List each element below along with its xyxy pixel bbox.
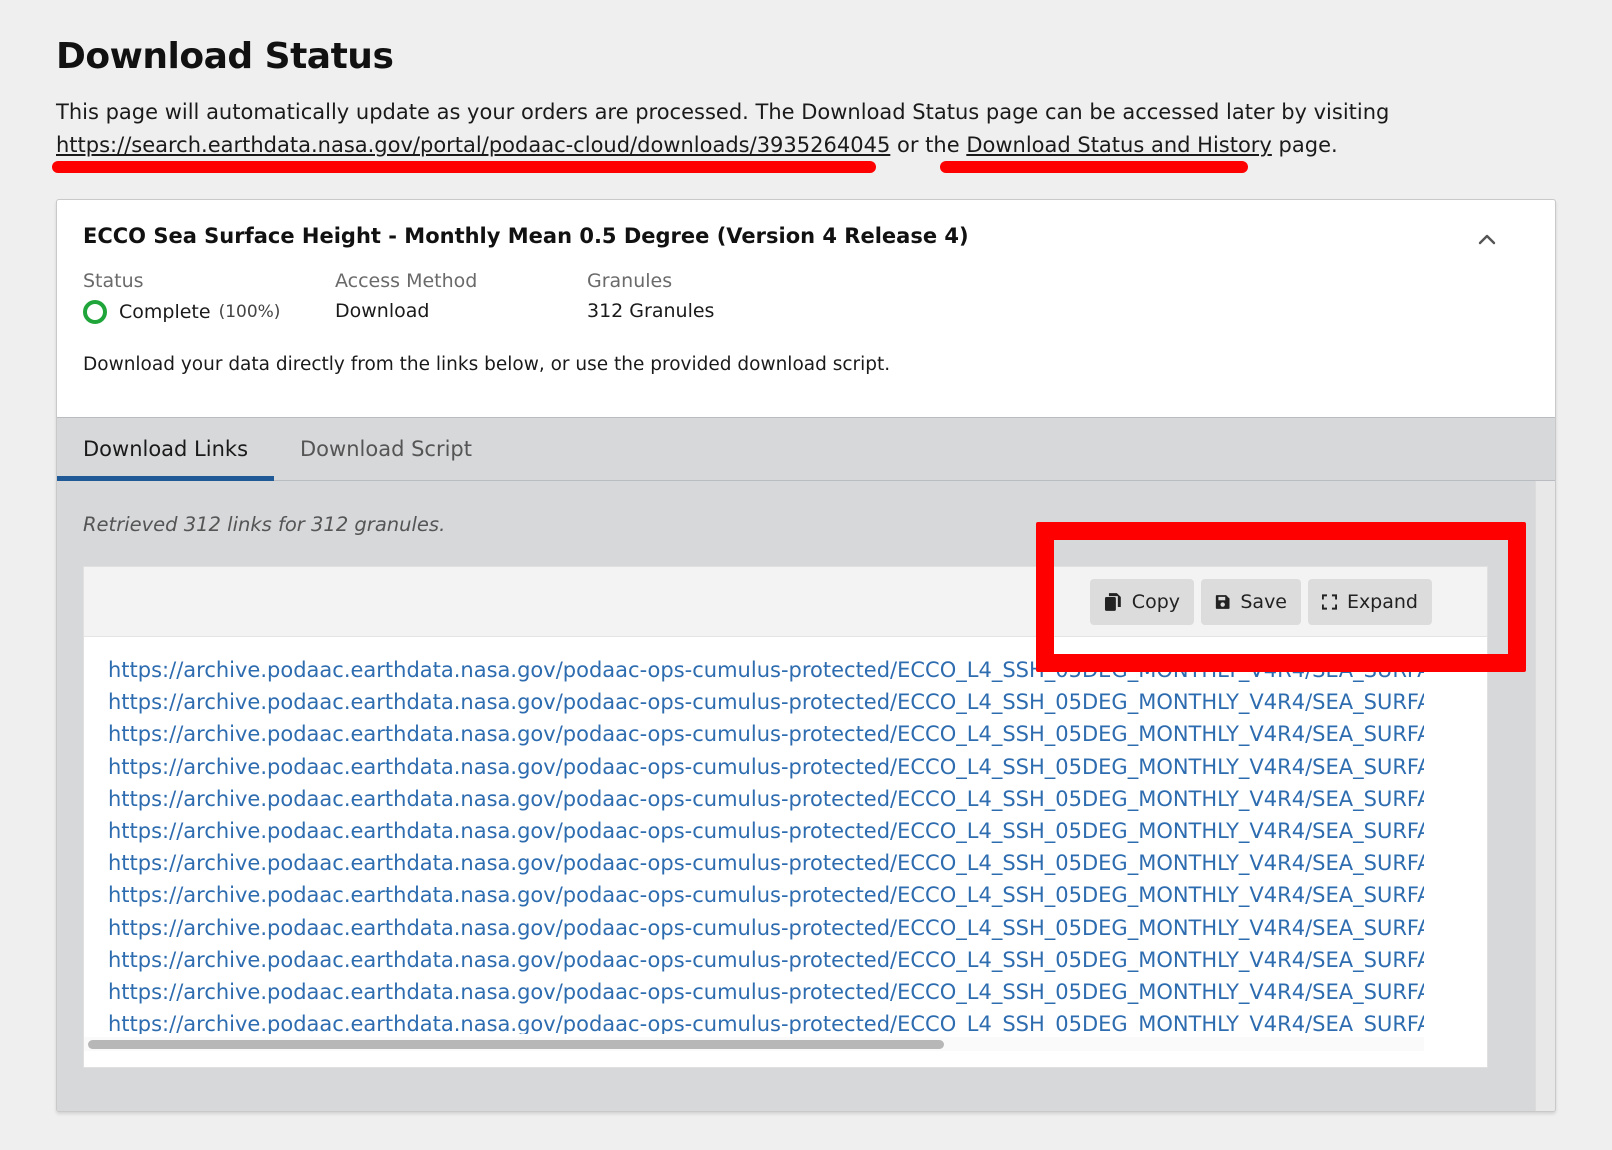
access-method-label: Access Method [335, 270, 478, 292]
granules-value: 312 Granules [587, 300, 715, 322]
intro-text: This page will automatically update as y… [56, 100, 1390, 124]
status-percent: (100%) [218, 302, 281, 322]
annotation-underline-url [52, 161, 876, 173]
granules-label: Granules [587, 270, 673, 292]
order-title: ECCO Sea Surface Height - Monthly Mean 0… [83, 224, 969, 248]
granule-link[interactable]: https://archive.podaac.earthdata.nasa.go… [108, 654, 1424, 686]
horizontal-scrollbar-thumb[interactable] [88, 1040, 944, 1049]
save-label: Save [1240, 591, 1287, 613]
vertical-scrollbar[interactable] [1535, 481, 1555, 1111]
access-method-value: Download [335, 300, 430, 322]
intro-page-suffix: page. [1278, 133, 1338, 157]
expand-button[interactable]: Expand [1308, 579, 1432, 625]
page-title: Download Status [56, 36, 394, 77]
expand-icon [1322, 594, 1337, 610]
download-tabs: Download Links Download Script [57, 417, 1555, 481]
status-text: Complete [119, 301, 211, 323]
history-link[interactable]: Download Status and History [966, 133, 1272, 157]
tab-download-script[interactable]: Download Script [274, 418, 498, 481]
order-card: ECCO Sea Surface Height - Monthly Mean 0… [56, 199, 1556, 1112]
granule-link[interactable]: https://archive.podaac.earthdata.nasa.go… [108, 944, 1424, 976]
links-box: Copy Save Expand https://archive.podaac.… [83, 566, 1488, 1068]
granule-link[interactable]: https://archive.podaac.earthdata.nasa.go… [108, 718, 1424, 750]
granule-link[interactable]: https://archive.podaac.earthdata.nasa.go… [108, 783, 1424, 815]
order-header: ECCO Sea Surface Height - Monthly Mean 0… [57, 200, 1555, 417]
granule-link[interactable]: https://archive.podaac.earthdata.nasa.go… [108, 847, 1424, 879]
retrieved-links-text: Retrieved 312 links for 312 granules. [83, 513, 446, 536]
status-label: Status [83, 270, 144, 292]
save-icon [1215, 595, 1230, 609]
expand-label: Expand [1346, 591, 1418, 613]
order-meta: Status Complete (100%) Access Method Dow… [83, 270, 1529, 324]
links-list: https://archive.podaac.earthdata.nasa.go… [108, 654, 1424, 1034]
chevron-up-icon[interactable] [1475, 228, 1499, 252]
complete-status-icon [83, 300, 107, 324]
intro-paragraph: This page will automatically update as y… [56, 96, 1556, 162]
intro-or-the: or the [897, 133, 960, 157]
save-button[interactable]: Save [1201, 579, 1301, 625]
links-toolbar: Copy Save Expand [84, 567, 1487, 637]
granule-link[interactable]: https://archive.podaac.earthdata.nasa.go… [108, 879, 1424, 911]
annotation-underline-history [940, 161, 1248, 173]
horizontal-scrollbar[interactable] [84, 1037, 1424, 1051]
status-column: Status Complete (100%) [83, 270, 335, 324]
copy-icon [1104, 593, 1121, 611]
download-instructions: Download your data directly from the lin… [83, 354, 891, 375]
status-url-link[interactable]: https://search.earthdata.nasa.gov/portal… [56, 133, 890, 157]
granule-link[interactable]: https://archive.podaac.earthdata.nasa.go… [108, 976, 1424, 1008]
granule-link[interactable]: https://archive.podaac.earthdata.nasa.go… [108, 815, 1424, 847]
granules-column: Granules 312 Granules [587, 270, 839, 324]
copy-label: Copy [1131, 591, 1180, 613]
granule-link[interactable]: https://archive.podaac.earthdata.nasa.go… [108, 912, 1424, 944]
granule-link[interactable]: https://archive.podaac.earthdata.nasa.go… [108, 751, 1424, 783]
status-value: Complete (100%) [83, 300, 335, 324]
granule-link[interactable]: https://archive.podaac.earthdata.nasa.go… [108, 1008, 1424, 1034]
download-status-page: Download Status This page will automatic… [56, 36, 1556, 162]
granule-link[interactable]: https://archive.podaac.earthdata.nasa.go… [108, 686, 1424, 718]
access-method-column: Access Method Download [335, 270, 587, 324]
tab-download-links[interactable]: Download Links [57, 418, 275, 481]
copy-button[interactable]: Copy [1090, 579, 1194, 625]
download-links-panel: Retrieved 312 links for 312 granules. Co… [57, 481, 1555, 1111]
